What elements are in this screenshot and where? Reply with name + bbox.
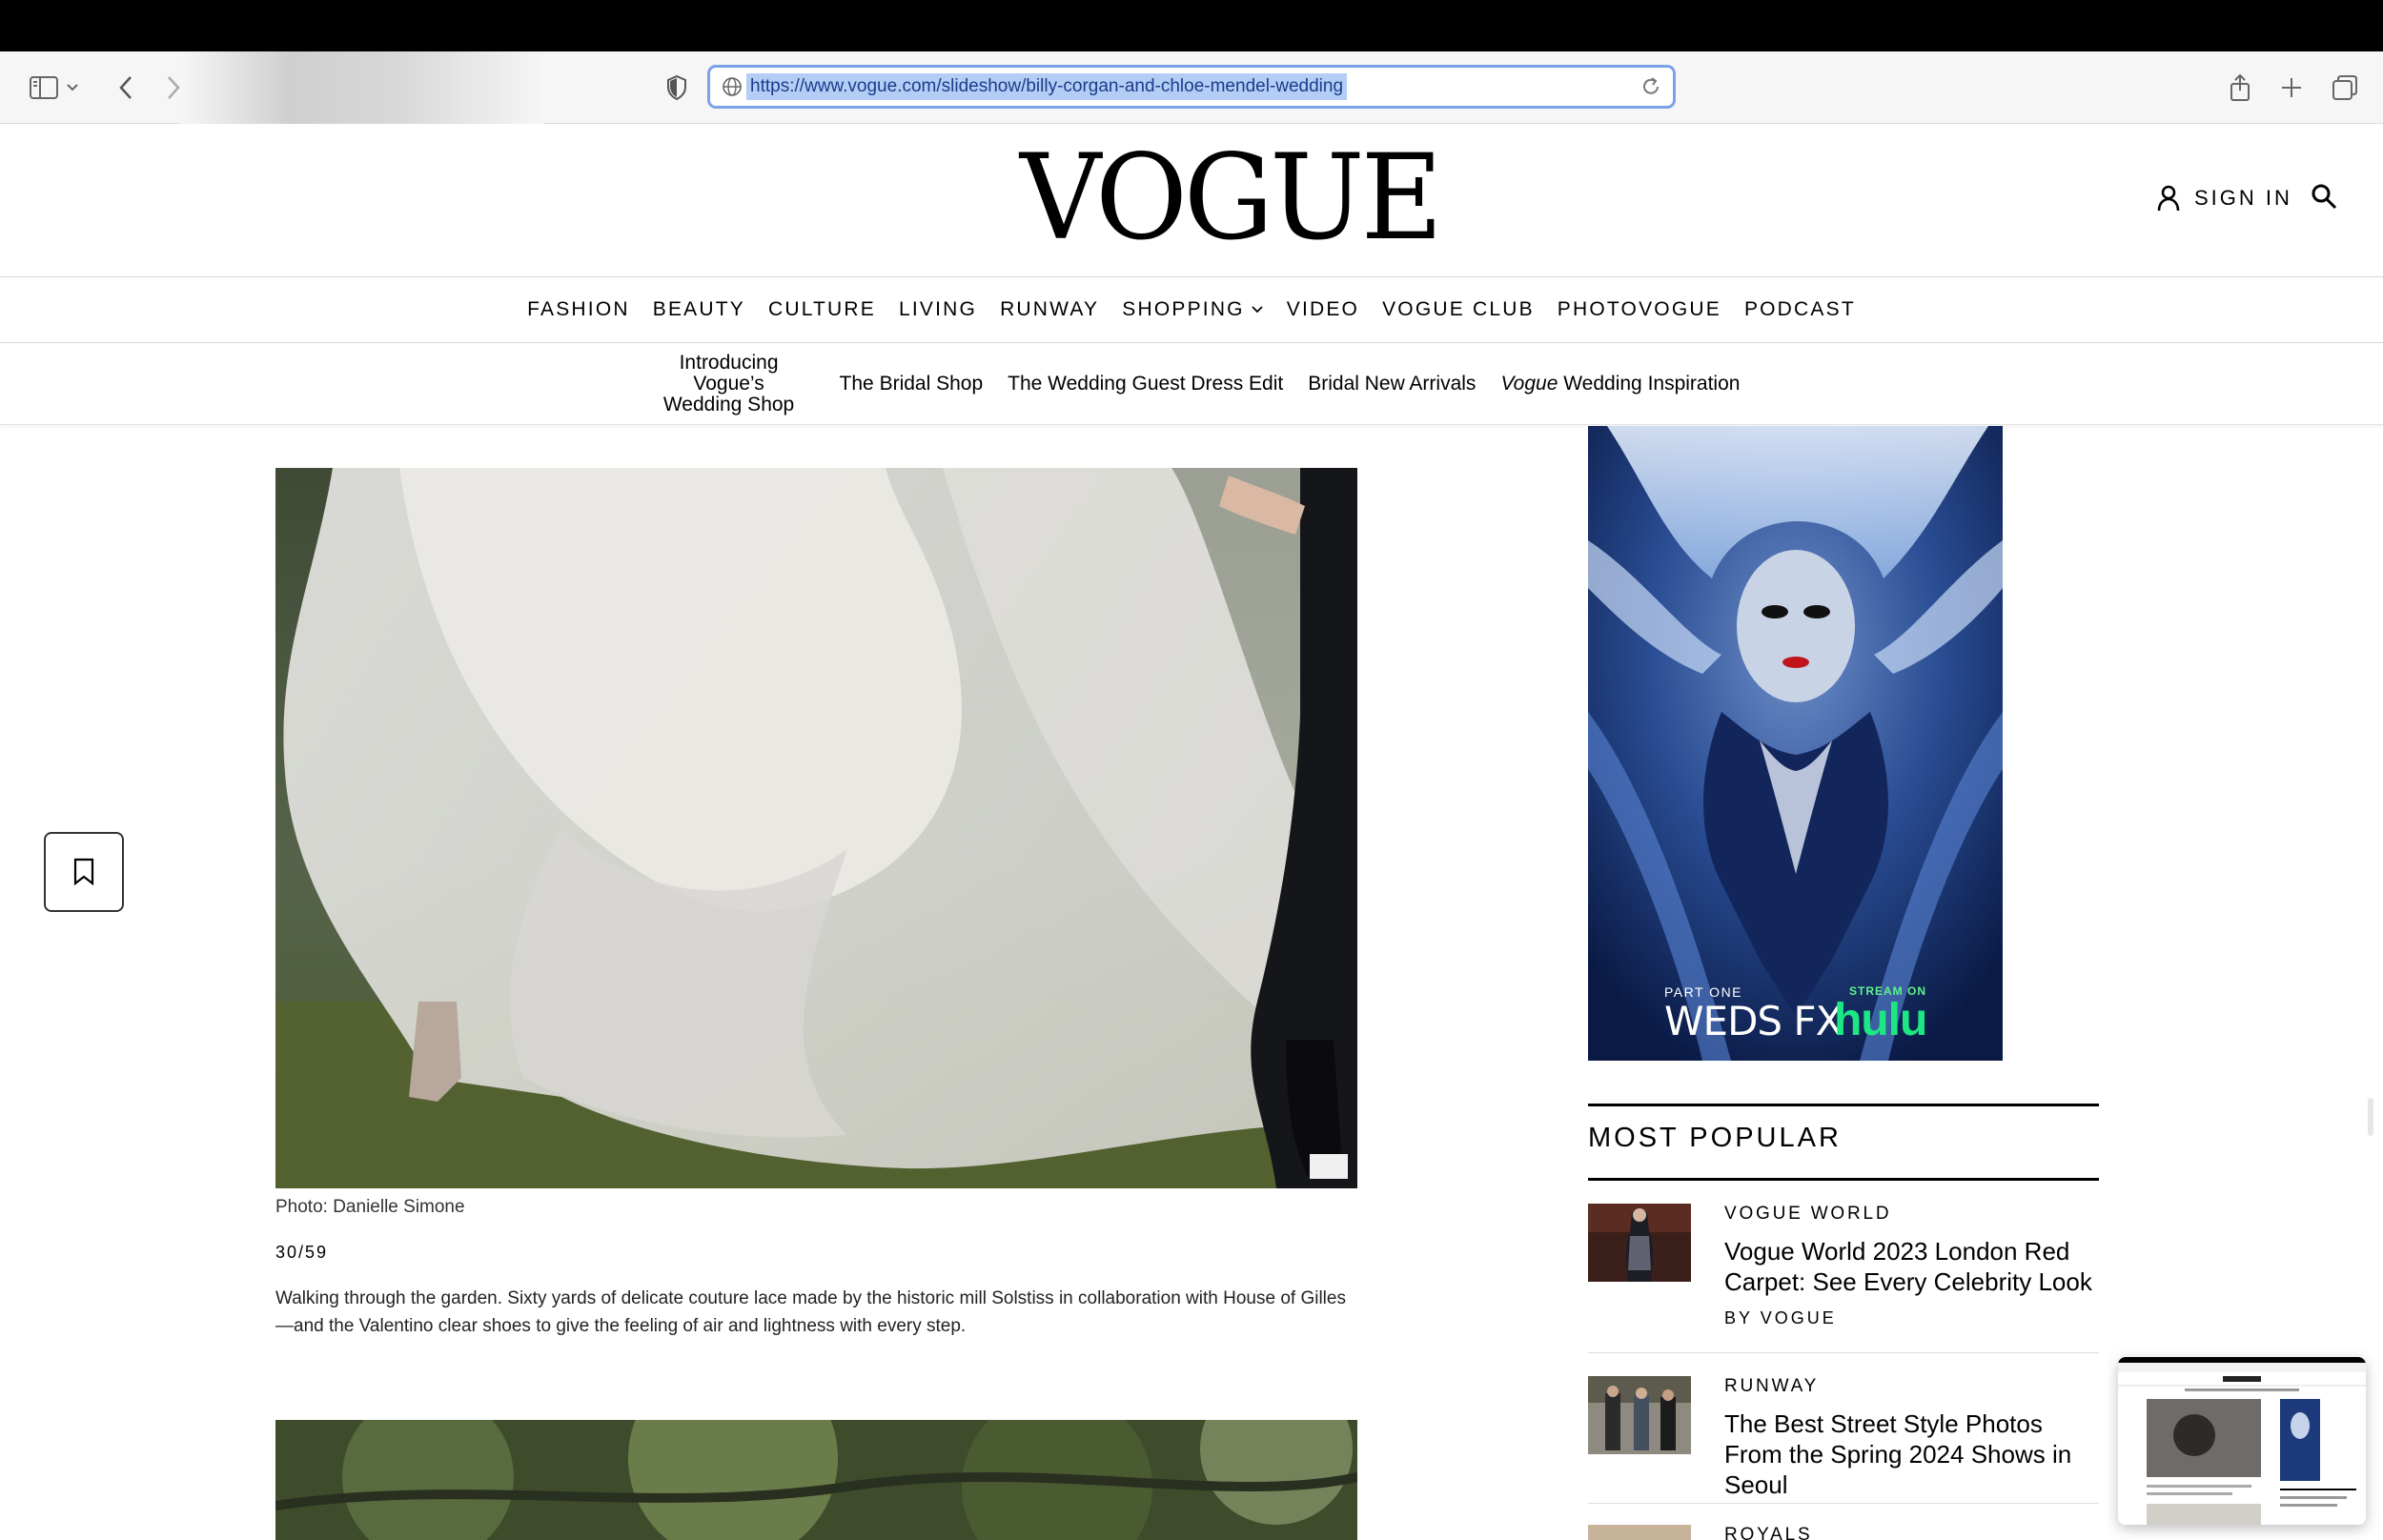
ad-hulu-logo: hulu [1834, 995, 1927, 1045]
menu-bar [0, 0, 2383, 51]
header-divider [0, 276, 2383, 277]
popular-item-headline[interactable]: Vogue World 2023 London Red Carpet: See … [1724, 1236, 2096, 1297]
nav-runway[interactable]: RUNWAY [1000, 298, 1099, 321]
globe-icon [723, 77, 742, 96]
nav-beauty[interactable]: BEAUTY [653, 298, 745, 321]
subnav-bridal-shop[interactable]: The Bridal Shop [840, 373, 984, 395]
new-tab-icon[interactable] [2272, 69, 2311, 107]
popular-item-thumbnail[interactable] [1588, 1376, 1691, 1454]
nav-fashion[interactable]: FASHION [527, 298, 630, 321]
subnav-guest-dress-edit[interactable]: The Wedding Guest Dress Edit [1008, 373, 1283, 395]
ad-weds-fx: WEDS FX [1664, 998, 1843, 1044]
share-icon[interactable] [2221, 69, 2259, 107]
subnav-wedding-shop-line2: Wedding Shop [662, 393, 795, 415]
advertisement[interactable]: PART ONE WEDS FX STREAM ON hulu [1588, 426, 2003, 1061]
popular-item-rubric[interactable]: RUNWAY [1724, 1376, 1819, 1397]
next-slide-photo[interactable] [275, 1420, 1357, 1540]
popular-item-thumbnail[interactable] [1588, 1525, 1691, 1540]
chevron-down-icon [1252, 306, 1263, 314]
popular-divider [1588, 1503, 2099, 1504]
popular-item[interactable]: RUNWAY The Best Street Style Photos From… [1588, 1376, 2099, 1499]
main-nav: FASHION BEAUTY CULTURE LIVING RUNWAY SHO… [0, 278, 2383, 341]
nav-video[interactable]: VIDEO [1287, 298, 1359, 321]
sidebar-toggle-icon[interactable] [25, 69, 63, 107]
popular-divider [1588, 1352, 2099, 1353]
sub-nav: Introducing Vogue’s Wedding Shop The Bri… [0, 343, 2383, 425]
nav-living[interactable]: LIVING [899, 298, 977, 321]
popular-item-rubric[interactable]: ROYALS [1724, 1525, 1812, 1540]
subnav-wedding-inspiration[interactable]: Vogue Wedding Inspiration [1500, 372, 1741, 395]
bookmark-button[interactable] [44, 832, 124, 912]
popular-item-byline: BY VOGUE [1724, 1308, 1837, 1327]
bookmark-icon [73, 858, 94, 886]
tab-overview-icon[interactable] [2326, 69, 2364, 107]
popular-item-headline[interactable]: The Best Street Style Photos From the Sp… [1724, 1408, 2096, 1500]
forward-icon[interactable] [154, 69, 193, 107]
address-bar[interactable]: https://www.vogue.com/slideshow/billy-co… [707, 65, 1676, 109]
subnav-wedding-shop-line1: Introducing Vogue’s [679, 351, 779, 395]
subnav-bridal-new-arrivals[interactable]: Bridal New Arrivals [1308, 373, 1476, 395]
url-text[interactable]: https://www.vogue.com/slideshow/billy-co… [746, 73, 1348, 100]
scrollbar[interactable] [2368, 1098, 2373, 1136]
privacy-shield-icon[interactable] [658, 69, 696, 107]
popular-item[interactable]: VOGUE WORLD Vogue World 2023 London Red … [1588, 1204, 2099, 1337]
subnav-wedding-shop[interactable]: Introducing Vogue’s Wedding Shop [643, 351, 815, 415]
user-icon [2157, 185, 2180, 212]
most-popular-bottom-rule [1588, 1178, 2099, 1181]
tab-preview-thumbnail[interactable] [2118, 1357, 2366, 1525]
popular-item-rubric[interactable]: VOGUE WORLD [1724, 1204, 1891, 1225]
slide-counter: 30/59 [275, 1243, 329, 1262]
popular-item-thumbnail[interactable] [1588, 1204, 1691, 1282]
search-icon[interactable] [2311, 183, 2343, 215]
back-icon[interactable] [107, 69, 145, 107]
nav-podcast[interactable]: PODCAST [1744, 298, 1856, 321]
vogue-logo[interactable]: VOGUE [1020, 138, 1443, 256]
chevron-down-icon[interactable] [61, 69, 84, 107]
sign-in-button[interactable]: SIGN IN [2156, 181, 2292, 215]
popular-item[interactable]: ROYALS [1588, 1525, 2099, 1540]
nav-vogue-club[interactable]: VOGUE CLUB [1382, 298, 1535, 321]
most-popular-title: MOST POPULAR [1588, 1123, 1842, 1153]
subnav-inspo-italic: Vogue [1500, 372, 1558, 395]
most-popular-top-rule [1588, 1104, 2099, 1106]
photo-credit: Photo: Danielle Simone [275, 1197, 465, 1217]
slide-caption: Walking through the garden. Sixty yards … [275, 1288, 1346, 1336]
slide-photo[interactable] [275, 468, 1357, 1188]
nav-shopping[interactable]: SHOPPING [1122, 298, 1263, 321]
subnav-inspo-rest: Wedding Inspiration [1558, 372, 1741, 395]
sign-in-label: SIGN IN [2194, 186, 2292, 210]
reload-icon[interactable] [1639, 74, 1663, 99]
nav-photovogue[interactable]: PHOTOVOGUE [1558, 298, 1721, 321]
nav-culture[interactable]: CULTURE [768, 298, 876, 321]
nav-shopping-label: SHOPPING [1122, 298, 1245, 320]
